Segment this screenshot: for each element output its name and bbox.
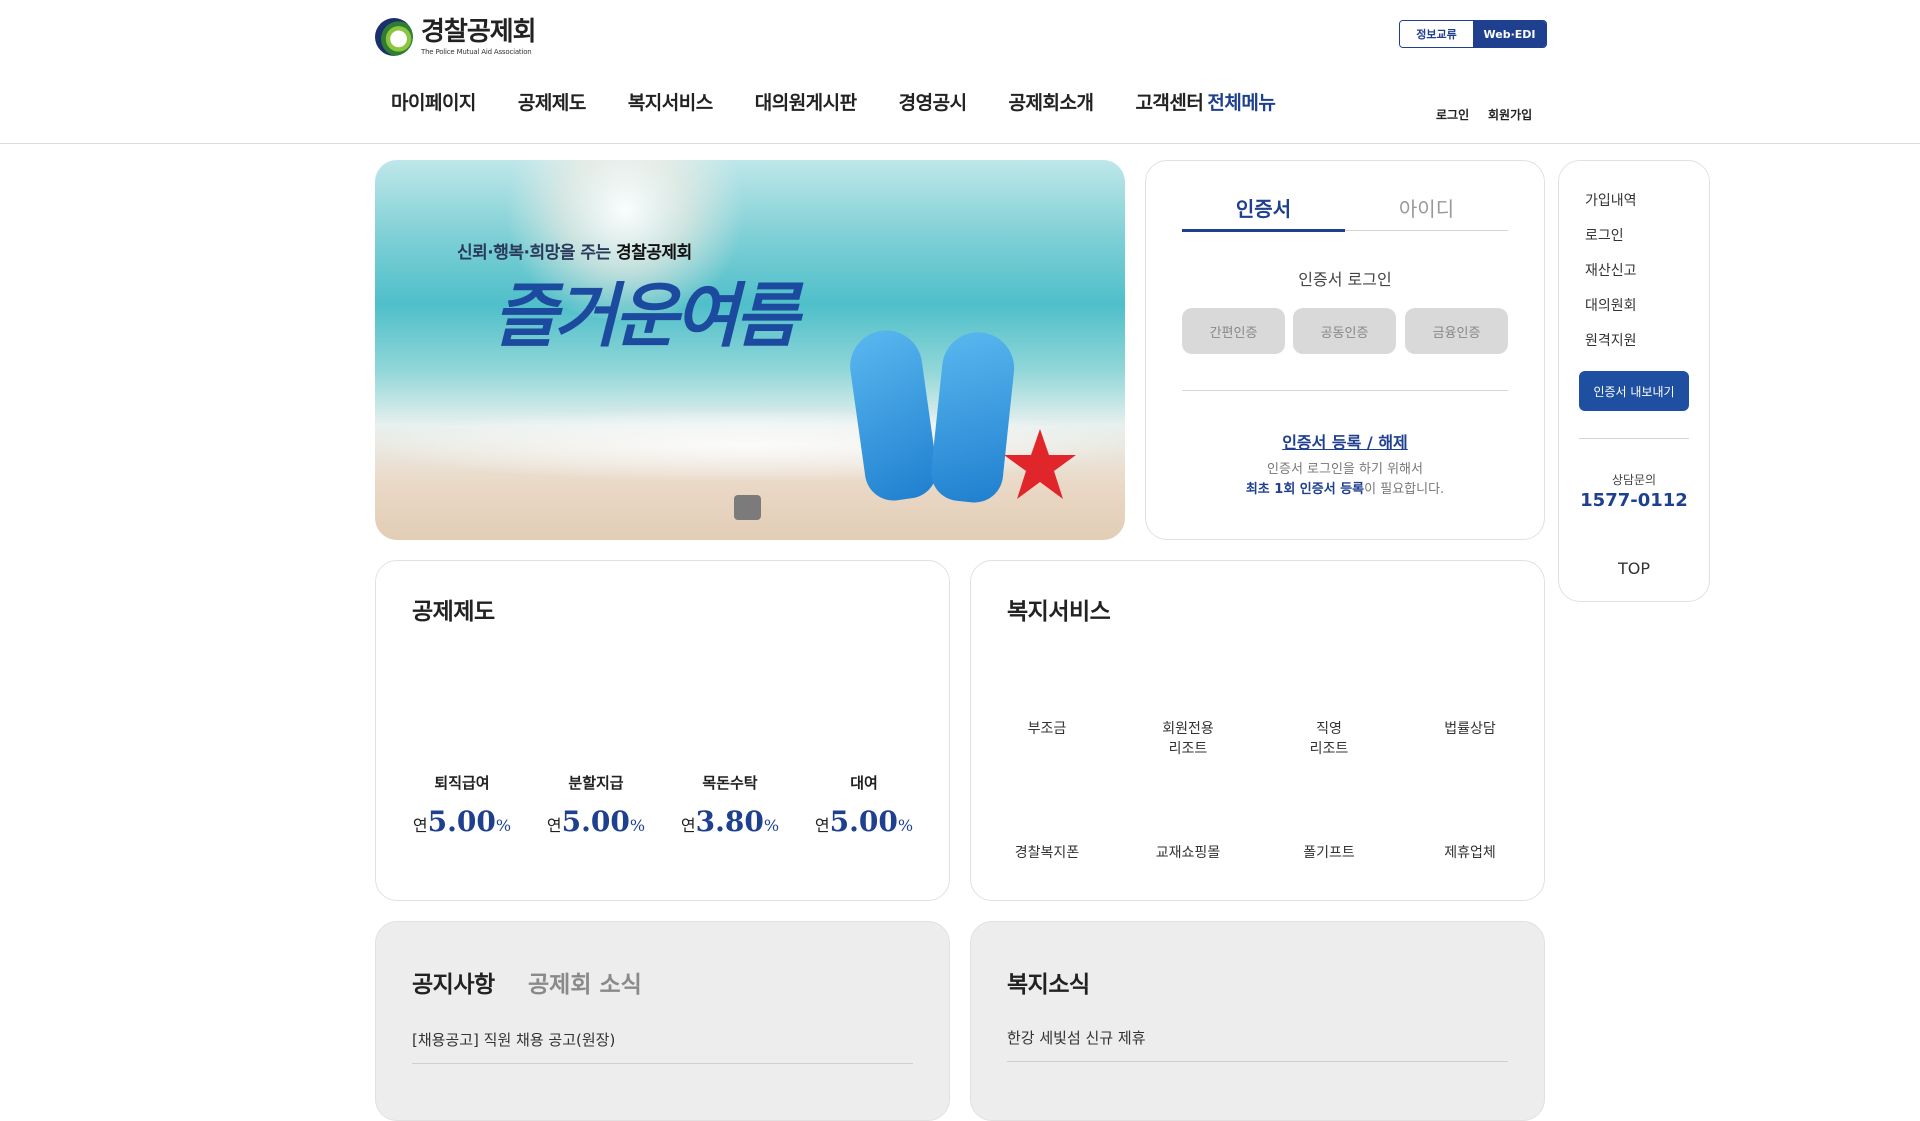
rate-label-lump-deposit[interactable]: 목돈수탁 xyxy=(665,772,795,793)
logo[interactable]: 경찰공제회 The Police Mutual Aid Association xyxy=(375,16,537,56)
tab-underline xyxy=(1345,230,1508,231)
benefits-title: 공제제도 xyxy=(412,599,495,625)
contact-phone[interactable]: 1577-0112 xyxy=(1558,490,1710,511)
welfare-news-card xyxy=(970,921,1545,1121)
nav-about[interactable]: 공제회소개 xyxy=(1009,88,1094,115)
joint-cert-button[interactable]: 공동인증 xyxy=(1293,308,1396,354)
web-edi-button[interactable]: Web·EDI xyxy=(1473,21,1546,47)
welfare-item-pol-gift[interactable]: 폴기프트 xyxy=(1259,843,1399,863)
simple-auth-button[interactable]: 간편인증 xyxy=(1182,308,1285,354)
logo-emblem-icon xyxy=(375,18,413,56)
nav-delegate-board[interactable]: 대의원게시판 xyxy=(755,88,857,115)
quick-item-login[interactable]: 로그인 xyxy=(1585,225,1624,245)
rate-label-installment[interactable]: 분할지급 xyxy=(531,772,661,793)
main-nav: 마이페이지 공제제도 복지서비스 대의원게시판 경영공시 공제회소개 고객센터 … xyxy=(391,88,1317,115)
signup-link[interactable]: 회원가입 xyxy=(1488,106,1532,123)
rate-value-loan[interactable]: 연5.00% xyxy=(799,805,929,838)
info-exchange-button[interactable]: 정보교류 xyxy=(1400,21,1473,47)
welfare-item-textbook-mall[interactable]: 교재쇼핑몰 xyxy=(1118,843,1258,863)
rate-label-retirement[interactable]: 퇴직급여 xyxy=(397,772,527,793)
login-title: 인증서 로그인 xyxy=(1298,270,1392,289)
rate-value-lump-deposit[interactable]: 연3.80% xyxy=(665,805,795,838)
contact-label: 상담문의 xyxy=(1611,473,1657,487)
cert-export-button[interactable]: 인증서 내보내기 xyxy=(1579,371,1689,411)
rate-value-installment[interactable]: 연5.00% xyxy=(531,805,661,838)
quick-item-delegates[interactable]: 대의원회 xyxy=(1585,295,1637,315)
rate-value-retirement[interactable]: 연5.00% xyxy=(397,805,527,838)
top-button-group: 정보교류 Web·EDI xyxy=(1399,20,1547,48)
welfare-item-direct-resort[interactable]: 직영 리조트 xyxy=(1259,719,1399,759)
nav-welfare[interactable]: 복지서비스 xyxy=(628,88,713,115)
login-link[interactable]: 로그인 xyxy=(1436,106,1469,123)
quick-divider xyxy=(1579,438,1689,439)
scroll-top-button[interactable]: TOP xyxy=(1558,559,1710,578)
notice-item[interactable]: [채용공고] 직원 채용 공고(원장) xyxy=(412,1029,615,1050)
notice-divider xyxy=(412,1063,913,1064)
cert-register-link[interactable]: 인증서 등록 / 해제 xyxy=(1182,429,1508,453)
quick-item-remote-support[interactable]: 원격지원 xyxy=(1585,330,1637,350)
welfare-news-item[interactable]: 한강 세빛섬 신규 제휴 xyxy=(1007,1027,1146,1048)
login-divider xyxy=(1182,390,1508,391)
welfare-news-divider xyxy=(1007,1061,1508,1062)
logo-subtitle: The Police Mutual Aid Association xyxy=(421,47,532,56)
welfare-item-police-phone[interactable]: 경찰복지폰 xyxy=(977,843,1117,863)
welfare-item-partners[interactable]: 제휴업체 xyxy=(1400,843,1540,863)
starfish-icon xyxy=(1004,429,1076,499)
nav-mypage[interactable]: 마이페이지 xyxy=(391,88,476,115)
financial-cert-button[interactable]: 금융인증 xyxy=(1405,308,1508,354)
header-divider xyxy=(0,143,1920,144)
nav-benefits[interactable]: 공제제도 xyxy=(518,88,586,115)
nav-all-menu[interactable]: 전체메뉴 xyxy=(1207,88,1275,115)
banner-title: 즐거운여름 xyxy=(493,274,799,357)
tab-association-news[interactable]: 공제회 소식 xyxy=(528,965,642,999)
tab-underline-active xyxy=(1182,229,1345,232)
welfare-item-member-resort[interactable]: 회원전용 리조트 xyxy=(1118,719,1258,759)
cert-register-desc: 인증서 로그인을 하기 위해서 최초 1회 인증서 등록이 필요합니다. xyxy=(1245,462,1445,497)
banner-pager-dot[interactable] xyxy=(734,495,761,520)
logo-title: 경찰공제회 xyxy=(421,16,537,47)
notice-card xyxy=(375,921,950,1121)
main-banner[interactable]: 신뢰·행복·희망을 주는 경찰공제회 즐거운여름 xyxy=(375,160,1125,540)
nav-customer-center[interactable]: 고객센터 xyxy=(1135,88,1203,115)
welfare-item-legal[interactable]: 법률상담 xyxy=(1400,719,1540,739)
welfare-news-title: 복지소식 xyxy=(1007,972,1090,998)
quick-item-asset-report[interactable]: 재산신고 xyxy=(1585,260,1637,280)
welfare-item-condolence[interactable]: 부조금 xyxy=(977,719,1117,739)
nav-disclosure[interactable]: 경영공시 xyxy=(899,88,967,115)
rate-label-loan[interactable]: 대여 xyxy=(799,772,929,793)
quick-item-enrollment[interactable]: 가입내역 xyxy=(1585,190,1637,210)
welfare-title: 복지서비스 xyxy=(1007,599,1111,625)
tab-certificate[interactable]: 인증서 xyxy=(1182,193,1345,222)
tab-notice[interactable]: 공지사항 xyxy=(412,965,495,999)
tab-id[interactable]: 아이디 xyxy=(1345,193,1508,222)
